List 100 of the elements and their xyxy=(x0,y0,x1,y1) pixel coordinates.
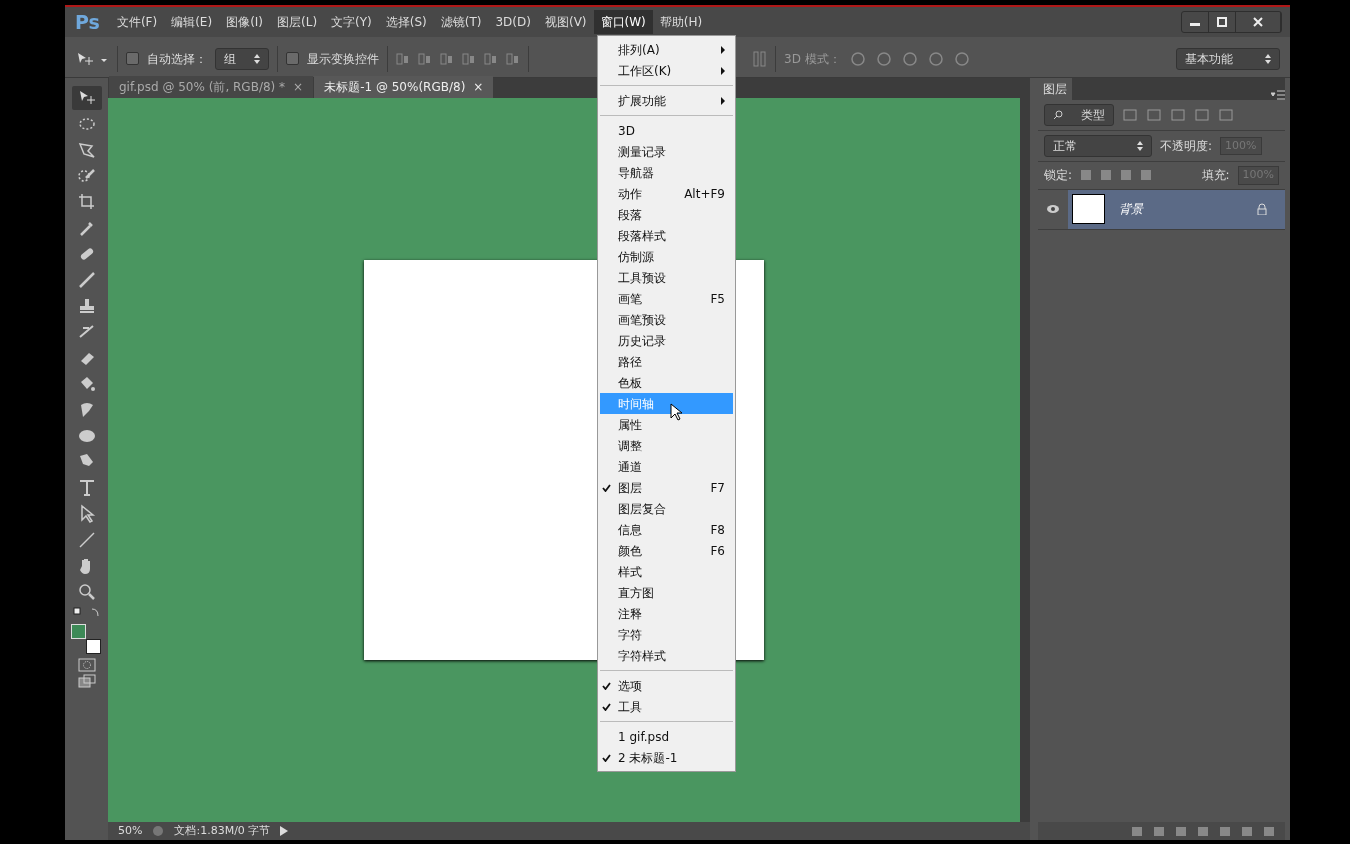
menu-label: 字符样式 xyxy=(618,647,666,665)
menu-item[interactable]: 2 未标题-1 xyxy=(598,747,735,768)
menu-item[interactable]: 3D xyxy=(598,120,735,141)
menu-label: 工具 xyxy=(618,698,642,716)
menu-label: 工作区(K) xyxy=(618,62,672,80)
menu-item[interactable]: 段落样式 xyxy=(598,225,735,246)
menu-label: 注释 xyxy=(618,605,642,623)
shortcut-label: F6 xyxy=(710,542,725,560)
menu-label: 画笔 xyxy=(618,290,642,308)
menu-label: 调整 xyxy=(618,437,642,455)
menu-item[interactable]: 段落 xyxy=(598,204,735,225)
workspace-select[interactable]: 基本功能 xyxy=(1176,47,1280,70)
menu-label: 路径 xyxy=(618,353,642,371)
fill-label: 填充: xyxy=(1201,167,1230,185)
menu-item[interactable]: 字符 xyxy=(598,624,735,645)
blend-mode-select[interactable]: 正常 xyxy=(1044,135,1152,157)
menu-item[interactable]: 信息 F8 xyxy=(598,519,735,540)
shortcut-label: F7 xyxy=(710,479,725,497)
menu-label: 信息 xyxy=(618,521,642,539)
menu-label: 图层 xyxy=(618,479,642,497)
menu-item[interactable]: 路径 xyxy=(598,351,735,372)
menu-item[interactable]: 调整 xyxy=(598,435,735,456)
document-tab[interactable]: 未标题-1 @ 50%(RGB/8) × xyxy=(314,76,494,98)
menu-item[interactable]: 图层(L) xyxy=(270,10,325,34)
menu-label: 导航器 xyxy=(618,164,654,182)
menu-item[interactable]: 编辑(E) xyxy=(164,10,220,34)
menu-item[interactable]: 滤镜(T) xyxy=(433,10,489,34)
panel-tab[interactable]: 图层 xyxy=(1038,78,1072,100)
select-value: 组 xyxy=(224,50,236,68)
menu-item[interactable]: 画笔预设 xyxy=(598,309,735,330)
document-tab[interactable]: gif.psd @ 50% (前, RGB/8) * × xyxy=(109,76,314,98)
layer-name: 背景 xyxy=(1119,201,1143,218)
menu-label: 排列(A) xyxy=(618,41,660,59)
menu-item[interactable]: 视图(V) xyxy=(537,10,594,34)
menu-item[interactable]: 字符样式 xyxy=(598,645,735,666)
menu-label: 段落样式 xyxy=(618,227,666,245)
menu-label: 画笔预设 xyxy=(618,311,666,329)
menu-item[interactable]: 排列(A) xyxy=(598,39,735,60)
menu-item[interactable]: 文字(Y) xyxy=(324,10,379,34)
opacity-label: 不透明度: xyxy=(1160,138,1213,155)
menu-item[interactable]: 选项 xyxy=(598,675,735,696)
menu-item[interactable]: 样式 xyxy=(598,561,735,582)
menu-item[interactable]: 图像(I) xyxy=(219,10,271,34)
menu-item[interactable]: 属性 xyxy=(598,414,735,435)
menu-label: 历史记录 xyxy=(618,332,666,350)
shortcut-label: Alt+F9 xyxy=(684,185,725,203)
menu-item[interactable]: 文件(F) xyxy=(109,10,165,34)
menu-label: 段落 xyxy=(618,206,642,224)
menu-label: 图层复合 xyxy=(618,500,666,518)
menu-item[interactable]: 通道 xyxy=(598,456,735,477)
menu-item[interactable]: 图层复合 xyxy=(598,498,735,519)
menu-label: 3D xyxy=(618,122,635,140)
menu-item[interactable]: 画笔 F5 xyxy=(598,288,735,309)
menu-label: 扩展功能 xyxy=(618,92,666,110)
menu-item[interactable]: 1 gif.psd xyxy=(598,726,735,747)
menu-item[interactable]: 导航器 xyxy=(598,162,735,183)
zoom-level: 50% xyxy=(118,822,143,839)
mode-label: 3D 模式： xyxy=(784,50,841,68)
menu-item[interactable]: 历史记录 xyxy=(598,330,735,351)
select-value: 基本功能 xyxy=(1185,50,1233,68)
menu-label: 仿制源 xyxy=(618,248,654,266)
menu-item[interactable]: 扩展功能 xyxy=(598,90,735,111)
menu-label: 时间轴 xyxy=(618,395,654,413)
menu-label: 字符 xyxy=(618,626,642,644)
shortcut-label: F5 xyxy=(710,290,725,308)
select-value: 正常 xyxy=(1053,138,1077,155)
menu-item[interactable]: 窗口(W) xyxy=(593,10,653,34)
menu-label: 动作 xyxy=(618,185,642,203)
dropdown-select[interactable]: 组 xyxy=(215,47,269,70)
menu-label: 1 gif.psd xyxy=(618,728,670,746)
layer-row[interactable]: 背景 xyxy=(1068,189,1285,229)
menu-item[interactable]: 测量记录 xyxy=(598,141,735,162)
menu-label: 颜色 xyxy=(618,542,642,560)
menu-item[interactable]: 选择(S) xyxy=(378,10,434,34)
menu-item[interactable]: 工具 xyxy=(598,696,735,717)
menu-label: 工具预设 xyxy=(618,269,666,287)
menu-item[interactable]: 图层 F7 xyxy=(598,477,735,498)
tab-close-button[interactable]: × xyxy=(293,78,304,96)
menu-item[interactable]: 3D(D) xyxy=(488,10,538,34)
shortcut-label: F8 xyxy=(710,521,725,539)
menu-label: 直方图 xyxy=(618,584,654,602)
menu-label: 通道 xyxy=(618,458,642,476)
menu-label: 属性 xyxy=(618,416,642,434)
menu-item[interactable]: 注释 xyxy=(598,603,735,624)
checkbox-label: 自动选择： xyxy=(147,50,207,68)
menu-item[interactable]: 色板 xyxy=(598,372,735,393)
menu-item[interactable]: 动作 Alt+F9 xyxy=(598,183,735,204)
menu-item[interactable]: 帮助(H) xyxy=(652,10,710,34)
tab-close-button[interactable]: × xyxy=(473,78,484,96)
tab-title: 未标题-1 @ 50%(RGB/8) xyxy=(324,79,466,96)
menu-item[interactable]: 颜色 F6 xyxy=(598,540,735,561)
menu-label: 测量记录 xyxy=(618,143,666,161)
document-info: 文档:1.83M/0 字节 xyxy=(174,822,271,839)
menu-item[interactable]: 直方图 xyxy=(598,582,735,603)
filter-select[interactable]: 类型 xyxy=(1044,104,1114,126)
lock-label: 锁定: xyxy=(1044,167,1073,185)
menu-item[interactable]: 工具预设 xyxy=(598,267,735,288)
menu-item[interactable]: 工作区(K) xyxy=(598,60,735,81)
menu-label: 样式 xyxy=(618,563,642,581)
menu-item[interactable]: 仿制源 xyxy=(598,246,735,267)
